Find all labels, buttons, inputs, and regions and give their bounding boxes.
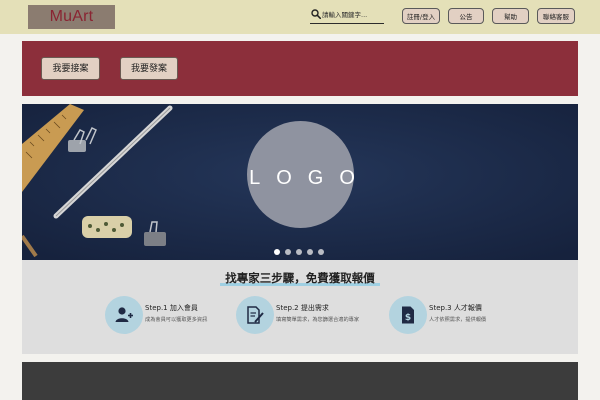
hero-banner: LOGO [22, 104, 578, 260]
login-register-button[interactable]: 註冊/登入 [402, 8, 440, 24]
step-2-description: 填寫簡單需求，為您篩選合適的專家 [276, 317, 360, 323]
banner-logo-text: LOGO [249, 167, 371, 189]
step-2-icon-circle [236, 296, 274, 334]
step-3-title: Step.3 人才報價 [429, 304, 482, 312]
step-3-icon-circle: $ [389, 296, 427, 334]
take-job-button[interactable]: 我要接案 [41, 57, 100, 80]
search-input[interactable] [322, 8, 384, 21]
three-steps-section: 找專家三步驟，免費獲取報價 Step.1 加入會員 成為會員可以獲取更多資訊 S… [22, 260, 578, 354]
carousel-dot[interactable] [307, 249, 313, 255]
carousel-dot[interactable] [285, 249, 291, 255]
step-2-title: Step.2 提出需求 [276, 304, 329, 312]
top-navbar: MuArt 註冊/登入 公告 幫助 聯絡客服 [0, 0, 600, 34]
carousel-dot[interactable] [318, 249, 324, 255]
carousel-indicators [274, 249, 330, 256]
announcement-button[interactable]: 公告 [448, 8, 484, 24]
search-box[interactable] [310, 8, 384, 24]
user-add-icon [115, 307, 133, 322]
dark-footer-section [22, 362, 578, 400]
action-band: 我要接案 我要發案 [22, 41, 578, 96]
step-1-title: Step.1 加入會員 [145, 304, 198, 312]
post-job-button[interactable]: 我要發案 [120, 57, 178, 80]
edit-document-icon [247, 306, 264, 324]
carousel-dot[interactable] [274, 249, 280, 255]
step-1-icon-circle [105, 296, 143, 334]
carousel-dot[interactable] [296, 249, 302, 255]
svg-text:$: $ [405, 313, 411, 323]
customer-service-button[interactable]: 聯絡客服 [537, 8, 575, 24]
step-1-description: 成為會員可以獲取更多資訊 [145, 317, 208, 323]
step-3-description: 人才依照需求，提供報價 [429, 317, 487, 323]
help-button[interactable]: 幫助 [492, 8, 529, 24]
search-icon[interactable] [311, 9, 321, 19]
quote-document-icon: $ [402, 306, 414, 324]
site-logo[interactable]: MuArt [28, 5, 115, 29]
steps-heading: 找專家三步驟，免費獲取報價 [225, 271, 375, 285]
